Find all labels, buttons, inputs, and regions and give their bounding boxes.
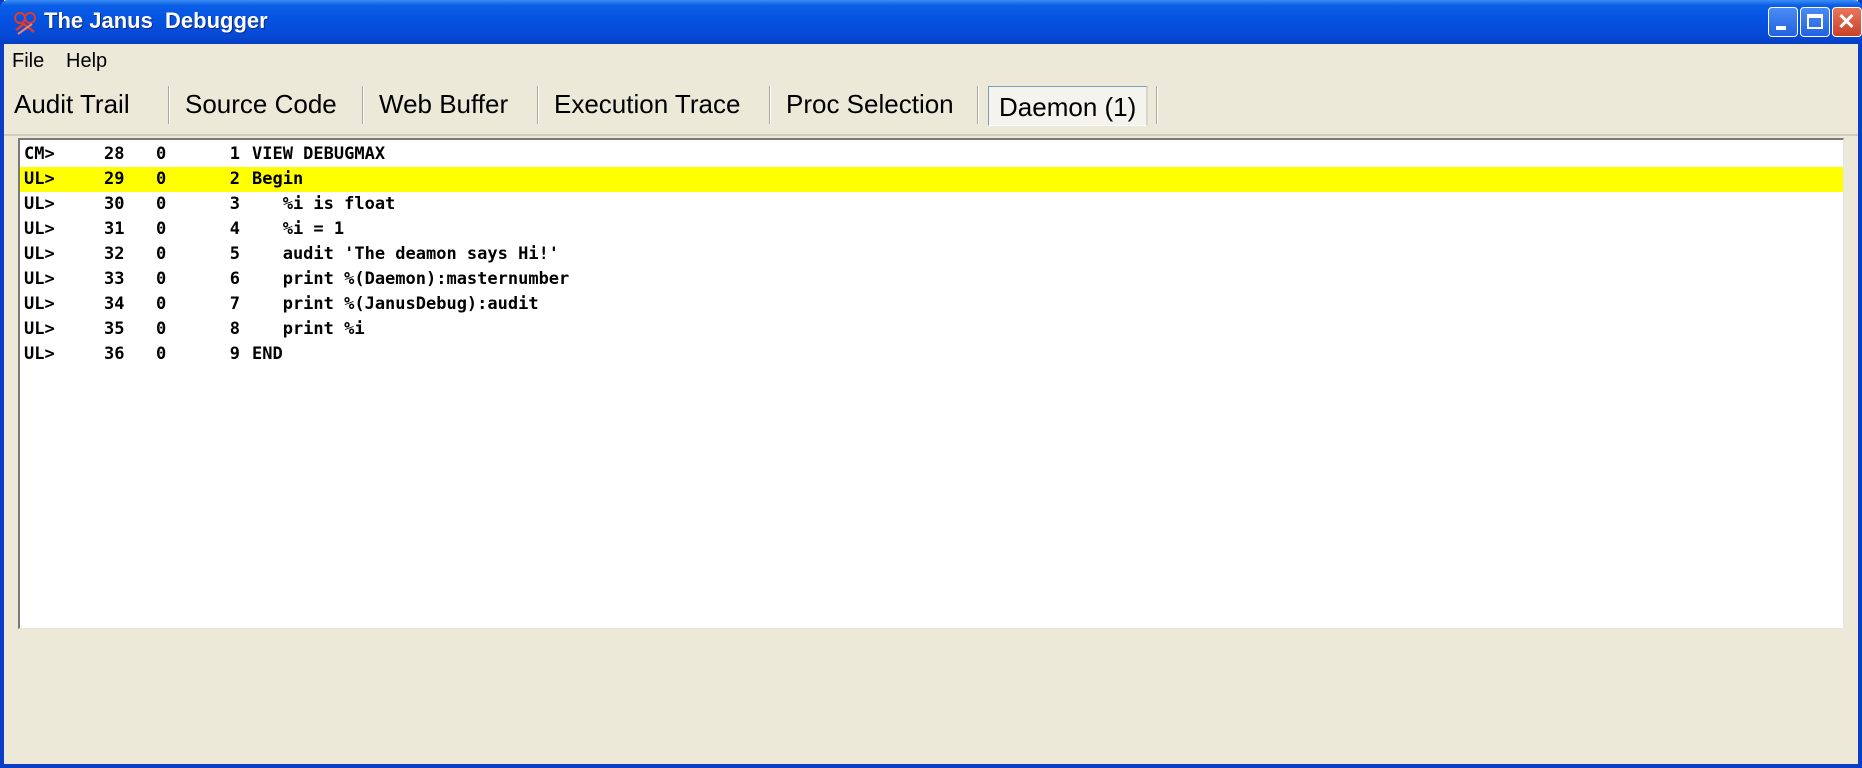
tab-audit-trail[interactable]: Audit Trail [14,80,130,128]
minimize-button[interactable] [1768,7,1798,37]
row-type: UL> [24,294,55,314]
tab-divider [537,86,539,124]
row-type: UL> [24,244,55,264]
row-code: print %(JanusDebug):audit [252,294,539,314]
row-code: %i is float [252,194,396,214]
listing-row[interactable]: UL> 34 0 7 print %(JanusDebug):audit [20,292,1843,317]
row-level: 0 [156,269,167,289]
tab-source-code[interactable]: Source Code [185,80,337,128]
tab-daemon[interactable]: Daemon (1) [988,86,1149,126]
tab-execution-trace[interactable]: Execution Trace [554,80,740,128]
row-code: print %i [252,319,365,339]
row-code: %i = 1 [252,219,345,239]
tab-proc-selection[interactable]: Proc Selection [786,80,954,128]
listing-row[interactable]: UL> 33 0 6 print %(Daemon):masternumber [20,267,1843,292]
listing-row[interactable]: UL> 35 0 8 print %i [20,317,1843,342]
row-code: VIEW DEBUGMAX [252,144,386,164]
row-line: 8 [229,319,240,339]
maximize-button[interactable] [1800,7,1830,37]
debugger-window: The Janus Debugger ✕ File Help Audit Tra… [0,0,1862,768]
row-level: 0 [156,344,167,364]
tab-divider [362,86,364,124]
row-type: UL> [24,344,55,364]
row-code: audit 'The deamon says Hi!' [252,244,560,264]
row-type: CM> [24,144,55,164]
title-bar[interactable]: The Janus Debugger ✕ [0,0,1862,44]
row-line: 3 [229,194,240,214]
listing-row[interactable]: UL> 31 0 4 %i = 1 [20,217,1843,242]
tab-divider [977,86,979,124]
row-type: UL> [24,194,55,214]
row-type: UL> [24,319,55,339]
row-number: 32 [104,244,125,264]
row-line: 5 [229,244,240,264]
row-line: 7 [229,294,240,314]
listing-row[interactable]: UL> 32 0 5 audit 'The deamon says Hi!' [20,242,1843,267]
row-number: 31 [104,219,125,239]
listing-row[interactable]: UL> 36 0 9 END [20,342,1843,367]
tab-web-buffer[interactable]: Web Buffer [379,80,508,128]
row-level: 0 [156,194,167,214]
row-level: 0 [156,294,167,314]
row-number: 29 [104,169,125,189]
close-icon: ✕ [1837,9,1856,34]
row-level: 0 [156,319,167,339]
menu-help[interactable]: Help [66,50,107,73]
row-number: 34 [104,294,125,314]
listing-row[interactable]: CM> 28 0 1 VIEW DEBUGMAX [20,142,1843,167]
row-number: 28 [104,144,125,164]
minimize-icon [1776,26,1786,30]
row-level: 0 [156,219,167,239]
row-number: 30 [104,194,125,214]
menu-file[interactable]: File [12,50,44,73]
daemon-source-listing[interactable]: CM> 28 0 1 VIEW DEBUGMAX UL> 29 0 2 Begi… [18,138,1844,629]
row-level: 0 [156,144,167,164]
row-level: 0 [156,244,167,264]
status-bar [4,640,1858,764]
row-code: print %(Daemon):masternumber [252,269,570,289]
menu-bar: File Help [4,46,1858,78]
row-code: Begin [252,169,304,189]
row-number: 36 [104,344,125,364]
tab-divider [1156,86,1158,124]
row-type: UL> [24,219,55,239]
window-title: The Janus Debugger [44,8,268,33]
maximize-icon [1807,14,1823,29]
row-type: UL> [24,169,55,189]
row-number: 33 [104,269,125,289]
row-line: 2 [229,169,240,189]
tab-divider [168,86,170,124]
listing-row-current[interactable]: UL> 29 0 2 Begin [20,167,1843,192]
close-button[interactable]: ✕ [1832,7,1862,37]
tab-divider [769,86,771,124]
tab-bar: Audit Trail Source Code Web Buffer Execu… [4,80,1858,136]
row-line: 9 [229,344,240,364]
row-level: 0 [156,169,167,189]
row-number: 35 [104,319,125,339]
row-line: 6 [229,269,240,289]
listing-row[interactable]: UL> 30 0 3 %i is float [20,192,1843,217]
row-line: 4 [229,219,240,239]
janus-app-icon [12,10,38,36]
row-code: END [252,344,283,364]
row-type: UL> [24,269,55,289]
row-line: 1 [229,144,240,164]
